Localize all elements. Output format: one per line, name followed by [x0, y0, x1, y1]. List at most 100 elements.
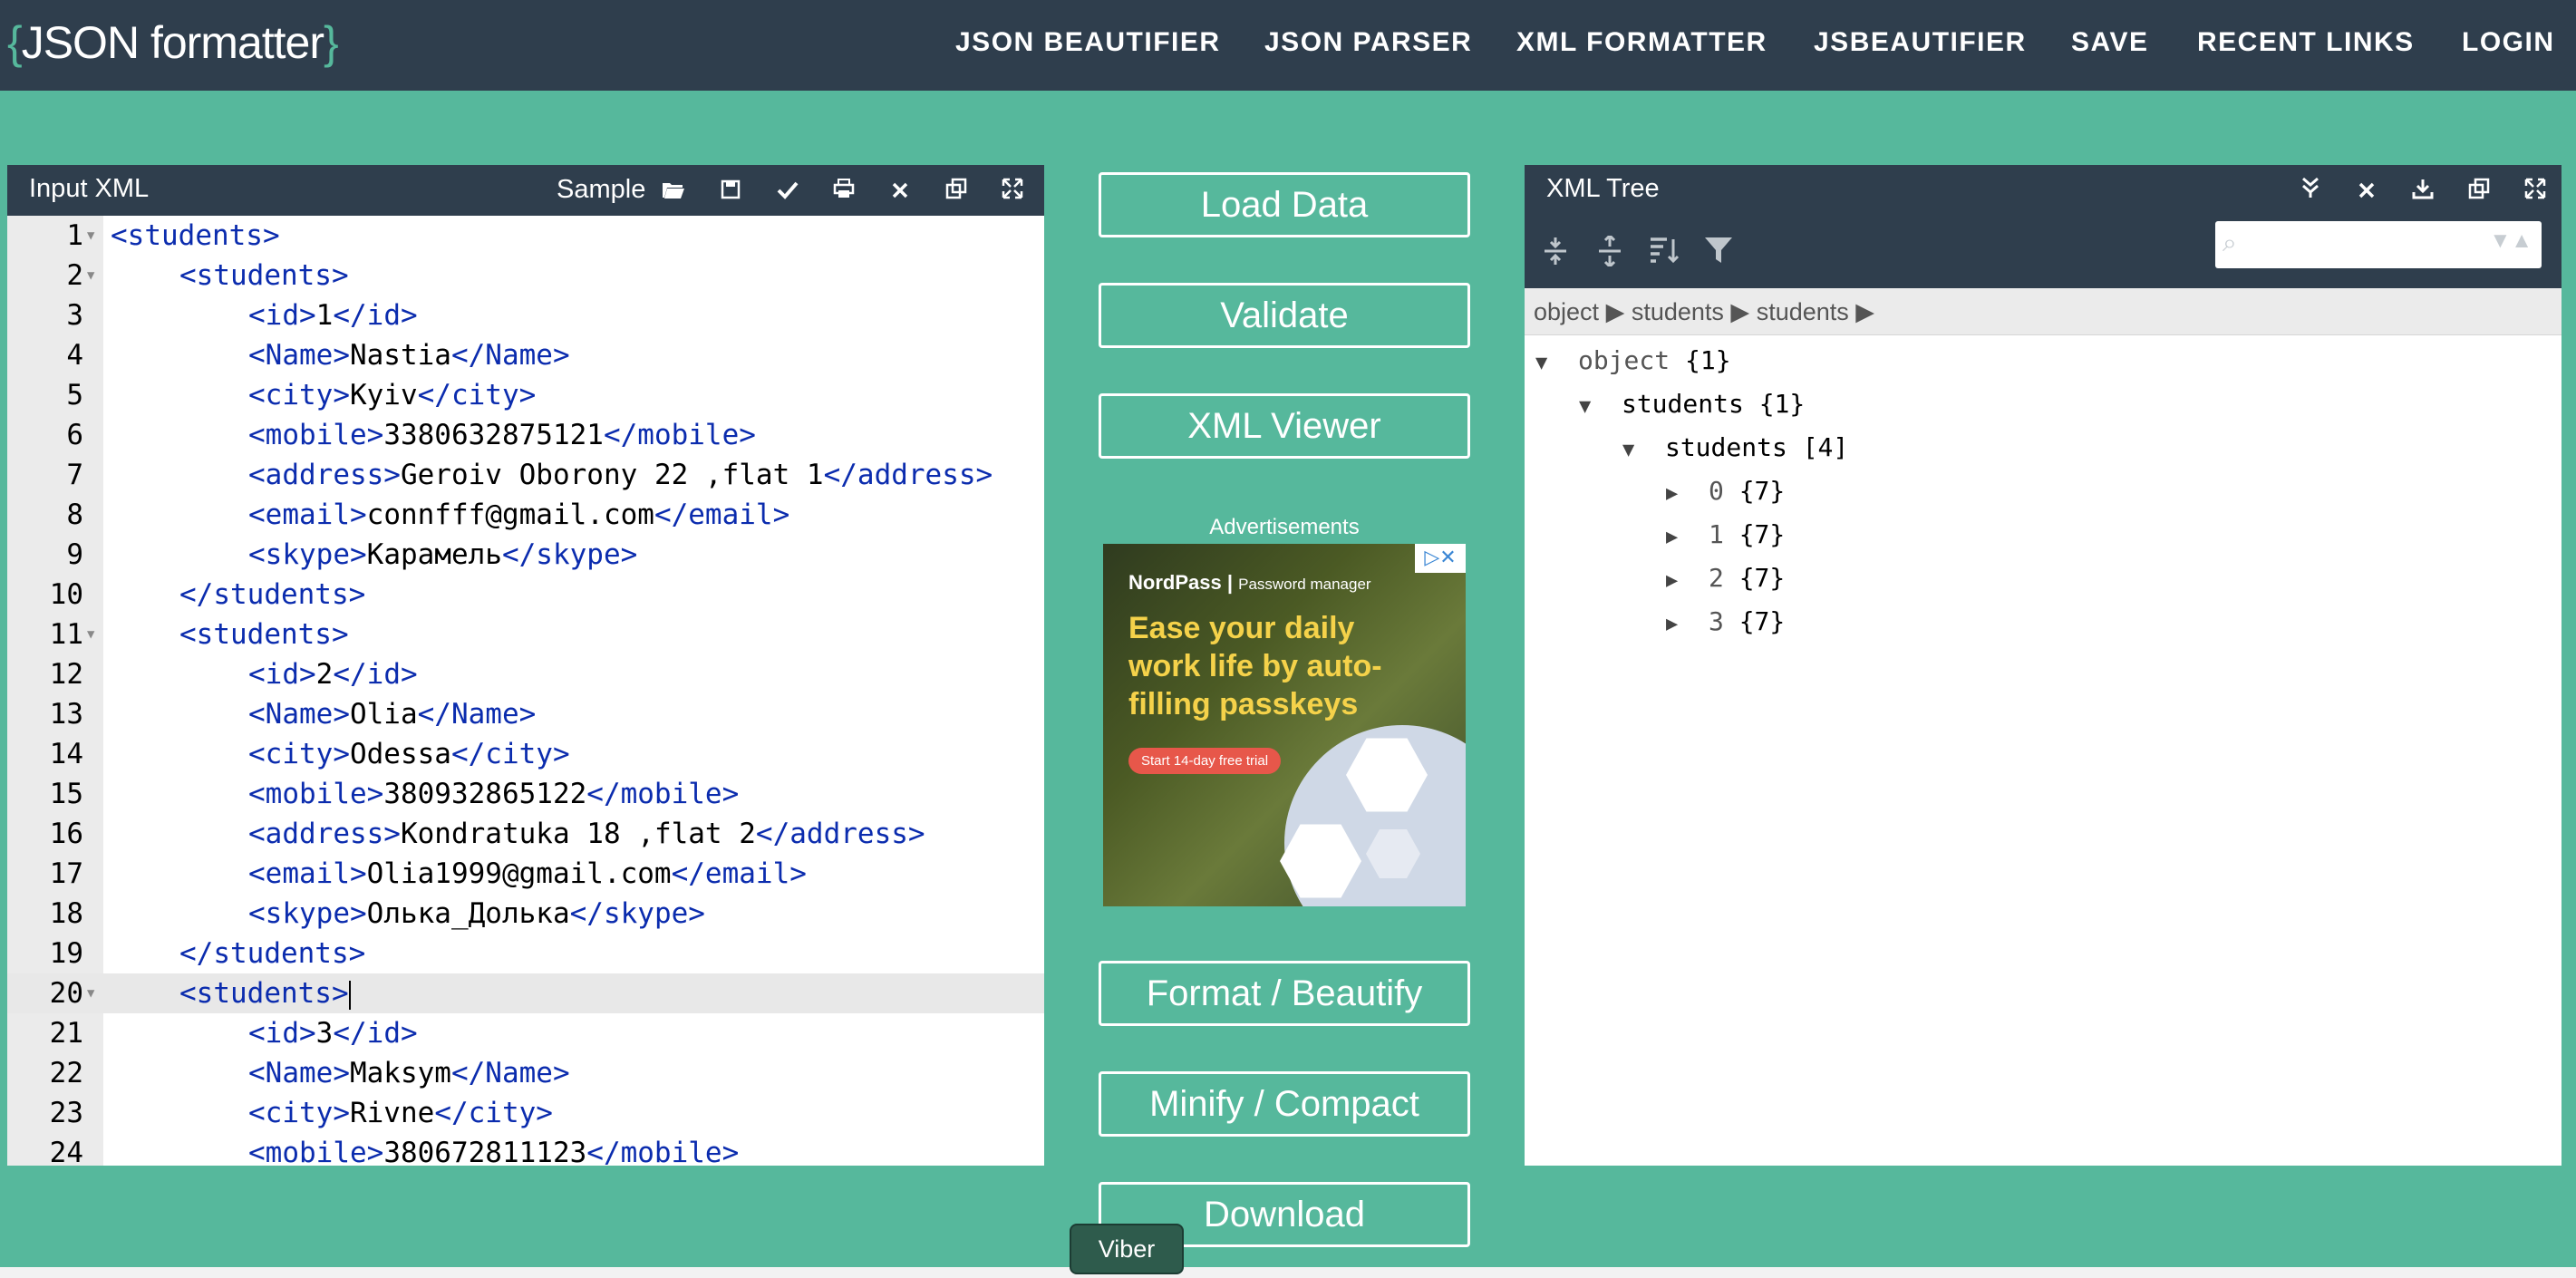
validate-button[interactable]: Validate	[1099, 283, 1470, 348]
line-number: 10	[49, 578, 83, 611]
code-line[interactable]: 15 <mobile>380932865122</mobile>	[7, 774, 1044, 814]
expand-all-nodes-icon[interactable]	[1537, 236, 1574, 272]
nav-json-parser[interactable]: JSON PARSER	[1264, 27, 1472, 58]
code-line[interactable]: 24 <mobile>380672811123</mobile>	[7, 1133, 1044, 1166]
xml-viewer-button[interactable]: XML Viewer	[1099, 393, 1470, 459]
code-line[interactable]: 18 <skype>Олька_Долька</skype>	[7, 894, 1044, 934]
code-line[interactable]: 10 </students>	[7, 575, 1044, 615]
tree-node-key: 2	[1708, 563, 1724, 593]
code-line[interactable]: 17 <email>Olia1999@gmail.com</email>	[7, 854, 1044, 894]
nav-save[interactable]: SAVE	[2071, 27, 2148, 58]
code-line[interactable]: 9 <skype>Карамель</skype>	[7, 535, 1044, 575]
validate-check-icon[interactable]	[772, 176, 803, 207]
ad-cta-button[interactable]: Start 14-day free trial	[1128, 748, 1282, 774]
code-content: <skype>Карамель</skype>	[248, 538, 638, 571]
collapse-all-nodes-icon[interactable]	[1592, 233, 1628, 272]
nav-recent-links[interactable]: RECENT LINKS	[2197, 27, 2415, 58]
code-content: <mobile>3380632875121</mobile>	[248, 419, 756, 451]
viber-tooltip[interactable]: Viber	[1070, 1224, 1184, 1274]
tree-node[interactable]: ▼ object {1}	[1535, 339, 1731, 382]
code-line[interactable]: 22 <Name>Maksym</Name>	[7, 1053, 1044, 1093]
collapse-node-icon[interactable]: ▼	[1535, 352, 1547, 374]
load-data-button[interactable]: Load Data	[1099, 172, 1470, 237]
ad-close-icon[interactable]: ▷✕	[1415, 544, 1466, 573]
advertisement-banner[interactable]: NordPass | Password manager Ease your da…	[1103, 544, 1466, 906]
nav-login[interactable]: LOGIN	[2462, 27, 2555, 58]
fold-toggle-icon[interactable]: ▼	[87, 973, 94, 1013]
code-line[interactable]: 19 </students>	[7, 934, 1044, 973]
code-content: <students>	[179, 977, 351, 1010]
expand-node-icon[interactable]: ▶	[1666, 569, 1678, 592]
tree-node[interactable]: ▶ 0 {7}	[1666, 470, 1785, 513]
copy-tree-icon[interactable]	[2464, 176, 2494, 207]
collapse-node-icon[interactable]: ▼	[1579, 395, 1591, 418]
tree-node[interactable]: ▼ students {1}	[1579, 382, 1805, 426]
tree-search-box[interactable]: ⌕ ▼▲	[2215, 221, 2542, 268]
expand-all-icon[interactable]	[2295, 176, 2326, 207]
code-line[interactable]: 12 <id>2</id>	[7, 654, 1044, 694]
code-line[interactable]: 16 <address>Kondratuka 18 ,flat 2</addres…	[7, 814, 1044, 854]
tree-node[interactable]: ▶ 1 {7}	[1666, 513, 1785, 557]
print-icon[interactable]	[828, 176, 859, 207]
line-number: 4	[66, 339, 83, 372]
tree-node[interactable]: ▶ 3 {7}	[1666, 600, 1785, 644]
breadcrumb-object[interactable]: object	[1534, 298, 1599, 325]
ad-brand: NordPass | Password manager	[1128, 571, 1371, 594]
code-line[interactable]: 3 <id>1</id>	[7, 295, 1044, 335]
input-panel-title: Input XML	[29, 174, 150, 203]
code-line[interactable]: 13 <Name>Olia</Name>	[7, 694, 1044, 734]
tree-node-count: {1}	[1684, 345, 1731, 375]
filter-icon[interactable]	[1700, 236, 1737, 272]
code-line[interactable]: 6 <mobile>3380632875121</mobile>	[7, 415, 1044, 455]
code-line[interactable]: 1 ▼ <students>	[7, 216, 1044, 256]
tree-node[interactable]: ▶ 2 {7}	[1666, 557, 1785, 600]
line-number: 9	[66, 538, 83, 571]
folder-open-icon[interactable]	[658, 176, 689, 207]
fold-toggle-icon[interactable]: ▼	[87, 216, 94, 256]
code-line[interactable]: 11 ▼ <students>	[7, 615, 1044, 654]
fullscreen-icon[interactable]	[997, 176, 1028, 207]
clear-icon[interactable]	[885, 176, 915, 207]
code-line[interactable]: 7 <address>Geroiv Oborony 22 ,flat 1</add…	[7, 455, 1044, 495]
code-line[interactable]: 23 <city>Rivne</city>	[7, 1093, 1044, 1133]
tree-node-count: {7}	[1738, 476, 1786, 506]
code-line[interactable]: 8 <email>connfff@gmail.com</email>	[7, 495, 1044, 535]
expand-node-icon[interactable]: ▶	[1666, 526, 1678, 548]
line-number: 11	[49, 618, 83, 651]
search-nav-arrows-icon[interactable]: ▼▲	[2489, 228, 2532, 254]
expand-node-icon[interactable]: ▶	[1666, 482, 1678, 505]
nav-xml-formatter[interactable]: XML FORMATTER	[1516, 27, 1767, 58]
code-line[interactable]: 4 <Name>Nastia</Name>	[7, 335, 1044, 375]
advertisements-label: Advertisements	[1209, 515, 1360, 539]
breadcrumb-students[interactable]: students	[1632, 298, 1724, 325]
code-content: <email>Olia1999@gmail.com</email>	[248, 857, 807, 890]
tree-node[interactable]: ▼ students [4]	[1622, 426, 1848, 470]
tree-node-count: [4]	[1802, 432, 1849, 462]
sample-button[interactable]: Sample	[557, 175, 645, 205]
minify-compact-button[interactable]: Minify / Compact	[1099, 1071, 1470, 1137]
download-tree-icon[interactable]	[2407, 176, 2438, 207]
fold-toggle-icon[interactable]: ▼	[87, 256, 94, 295]
xml-code-editor[interactable]: 1 ▼ <students> 2 ▼ <students> 3 <id>1</id> 4 <Nam…	[7, 216, 1044, 1166]
code-line[interactable]: 14 <city>Odessa</city>	[7, 734, 1044, 774]
save-icon[interactable]	[715, 176, 746, 207]
copy-icon[interactable]	[941, 176, 972, 207]
code-line[interactable]: 2 ▼ <students>	[7, 256, 1044, 295]
code-line[interactable]: 5 <city>Kyiv</city>	[7, 375, 1044, 415]
breadcrumb-students-inner[interactable]: students	[1757, 298, 1849, 325]
fold-toggle-icon[interactable]: ▼	[87, 615, 94, 654]
collapse-node-icon[interactable]: ▼	[1622, 439, 1634, 461]
tree-node-key: students	[1621, 389, 1744, 419]
code-line[interactable]: 20 ▼ <students>	[7, 973, 1044, 1013]
fullscreen-tree-icon[interactable]	[2520, 176, 2551, 207]
format-beautify-button[interactable]: Format / Beautify	[1099, 961, 1470, 1026]
tree-node-key: object	[1577, 345, 1671, 375]
nav-json-beautifier[interactable]: JSON BEAUTIFIER	[955, 27, 1221, 58]
sort-icon[interactable]	[1646, 236, 1682, 272]
tree-node-key: 0	[1708, 476, 1724, 506]
line-number: 19	[49, 937, 83, 970]
expand-node-icon[interactable]: ▶	[1666, 613, 1678, 635]
code-line[interactable]: 21 <id>3</id>	[7, 1013, 1044, 1053]
clear-tree-icon[interactable]	[2351, 176, 2382, 207]
nav-jsbeautifier[interactable]: JSBEAUTIFIER	[1814, 27, 2027, 58]
